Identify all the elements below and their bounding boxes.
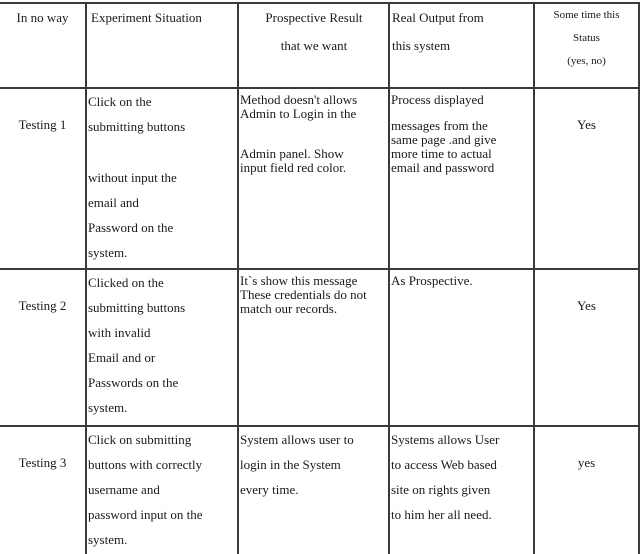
header-label-line: this system <box>392 38 451 53</box>
status-cell: Yes <box>535 270 640 425</box>
prospective-cell: It`s show this message These credentials… <box>239 270 390 425</box>
text-line: It`s show this message <box>240 273 358 288</box>
text-line: to him her all need. <box>391 507 492 522</box>
table-row: Testing 2 Clicked on the submitting butt… <box>0 268 640 425</box>
header-label: In no way <box>16 10 69 25</box>
status-cell: Yes <box>535 89 640 268</box>
text-line: Clicked on the <box>88 275 164 290</box>
test-results-table: In no way Experiment Situation Prospecti… <box>0 2 640 554</box>
text-line: Password on the <box>88 220 174 235</box>
test-id-cell: Testing 1 <box>0 89 87 268</box>
real-output-cell: Systems allows User to access Web based … <box>390 427 535 554</box>
test-id: Testing 2 <box>18 298 67 313</box>
text-line: Method doesn't allows <box>240 92 358 107</box>
text-line: As Prospective. <box>391 273 473 288</box>
text-line: without input the <box>88 170 177 185</box>
text-line: to access Web based <box>391 457 497 472</box>
text-line: submitting buttons <box>88 300 186 315</box>
text-line: with invalid <box>88 325 151 340</box>
text-line: buttons with correctly <box>88 457 203 472</box>
real-output-cell: Process displayed messages from the same… <box>390 89 535 268</box>
header-label-line: (yes, no) <box>567 55 606 67</box>
status-value: yes <box>577 455 596 470</box>
text-line: system. <box>88 400 128 415</box>
test-id: Testing 3 <box>18 455 67 470</box>
text-line: email and password <box>391 160 495 175</box>
situation-cell: Click on submitting buttons with correct… <box>87 427 239 554</box>
header-prospective-result: Prospective Result that we want <box>239 4 390 87</box>
real-output-cell: As Prospective. <box>390 270 535 425</box>
table-row: Testing 1 Click on the submitting button… <box>0 87 640 268</box>
text-line: match our records. <box>240 301 338 316</box>
table-header-row: In no way Experiment Situation Prospecti… <box>0 2 640 87</box>
status-value: Yes <box>577 298 596 313</box>
text-line: Email and or <box>88 350 156 365</box>
text-line: email and <box>88 195 139 210</box>
text-line: input field red color. <box>240 160 347 175</box>
text-line: username and <box>88 482 160 497</box>
text-line: system. <box>88 245 128 260</box>
status-cell: yes <box>535 427 640 554</box>
test-id-cell: Testing 3 <box>0 427 87 554</box>
text-line: These credentials do not <box>240 287 367 302</box>
header-label-line: Real Output from <box>392 10 484 25</box>
text-line: Click on the <box>88 94 152 109</box>
header-real-output: Real Output from this system <box>390 4 535 87</box>
test-id: Testing 1 <box>18 117 67 132</box>
text-line: every time. <box>240 482 299 497</box>
header-status: Some time this Status (yes, no) <box>535 4 640 87</box>
header-label: Experiment Situation <box>91 10 202 25</box>
text-line: Systems allows User <box>391 432 500 447</box>
text-line: system. <box>88 532 128 547</box>
text-line: Admin to Login in the <box>240 106 357 121</box>
text-line: Admin panel. Show <box>240 146 344 161</box>
text-line: site on rights given <box>391 482 491 497</box>
header-label-line: Status <box>573 32 600 44</box>
table-row: Testing 3 Click on submitting buttons wi… <box>0 425 640 554</box>
header-in-no-way: In no way <box>0 4 87 87</box>
text-line: messages from the <box>391 118 488 133</box>
situation-cell: Click on the submitting buttons without … <box>87 89 239 268</box>
header-label-line: that we want <box>280 38 348 53</box>
prospective-cell: Method doesn't allows Admin to Login in … <box>239 89 390 268</box>
prospective-cell: System allows user to login in the Syste… <box>239 427 390 554</box>
text-line: more time to actual <box>391 146 492 161</box>
text-line: submitting buttons <box>88 119 186 134</box>
header-label-line: Some time this <box>553 9 620 21</box>
header-experiment-situation: Experiment Situation <box>87 4 239 87</box>
text-line: Process displayed <box>391 92 484 107</box>
text-line: Click on submitting <box>88 432 192 447</box>
test-id-cell: Testing 2 <box>0 270 87 425</box>
text-line: same page .and give <box>391 132 497 147</box>
text-line: password input on the <box>88 507 203 522</box>
header-label-line: Prospective Result <box>265 10 363 25</box>
text-line: Passwords on the <box>88 375 179 390</box>
situation-cell: Clicked on the submitting buttons with i… <box>87 270 239 425</box>
text-line: login in the System <box>240 457 341 472</box>
text-line: System allows user to <box>240 432 354 447</box>
status-value: Yes <box>577 117 596 132</box>
